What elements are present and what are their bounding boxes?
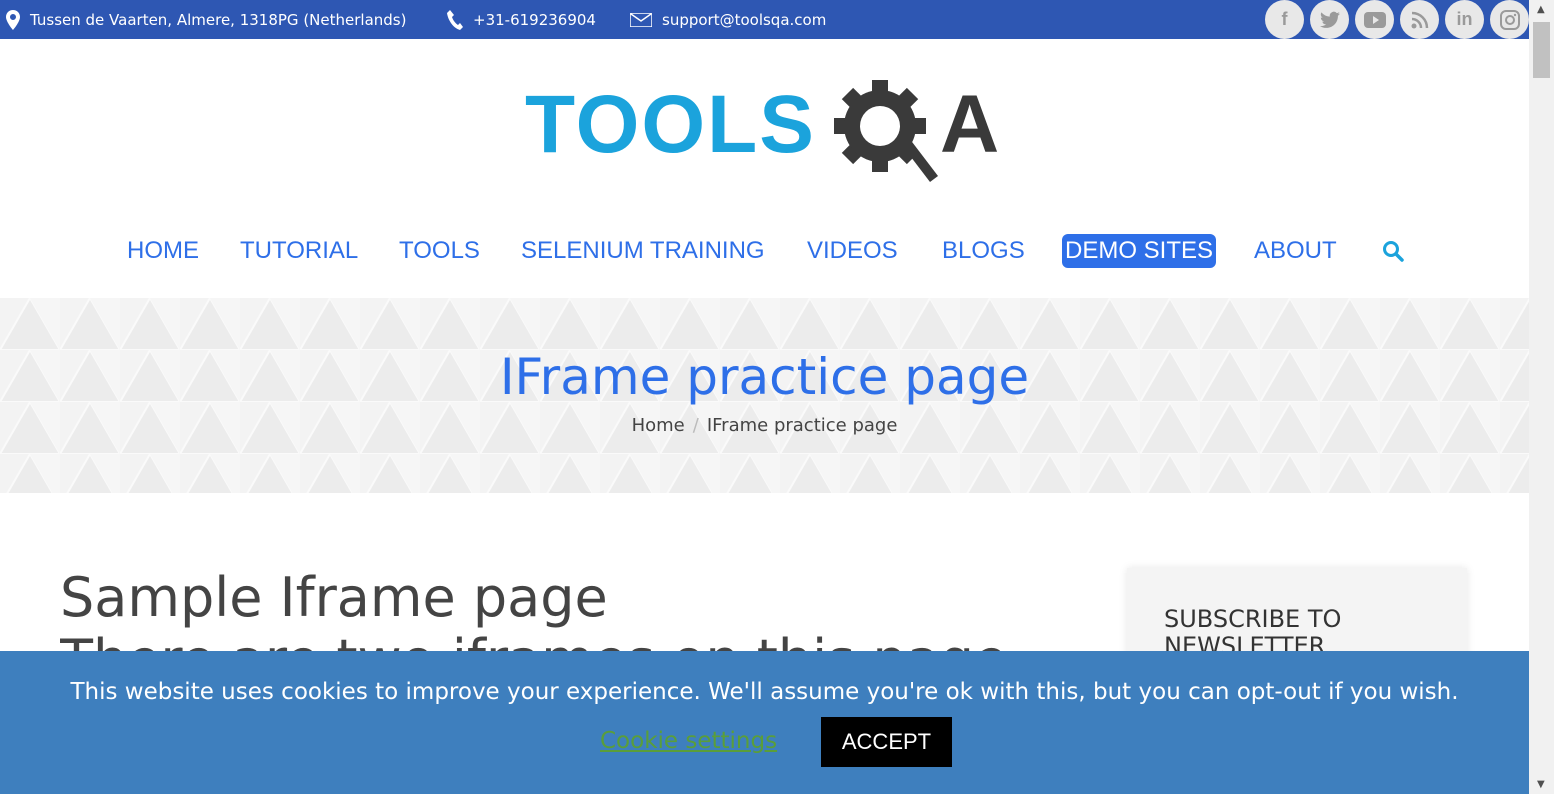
nav-about[interactable]: ABOUT: [1254, 234, 1337, 268]
logo-tools-text: TOOLS: [525, 79, 816, 170]
address-info: Tussen de Vaarten, Almere, 1318PG (Nethe…: [6, 0, 406, 39]
location-pin-icon: [6, 9, 20, 30]
breadcrumb-separator: /: [692, 415, 699, 436]
top-info-bar: Tussen de Vaarten, Almere, 1318PG (Nethe…: [0, 0, 1529, 39]
envelope-icon: [630, 12, 652, 27]
nav-home[interactable]: HOME: [127, 234, 199, 268]
linkedin-icon[interactable]: in: [1445, 0, 1484, 39]
gear-magnifier-icon: [834, 80, 938, 182]
breadcrumb-current: IFrame practice page: [706, 415, 898, 436]
nav-blogs[interactable]: BLOGS: [942, 234, 1025, 268]
toolsqa-logo[interactable]: TOOLS A: [525, 78, 1010, 190]
nav-tutorial[interactable]: TUTORIAL: [240, 234, 358, 268]
facebook-icon[interactable]: f: [1265, 0, 1304, 39]
content-heading: Sample Iframe page: [60, 566, 608, 629]
nav-tools[interactable]: TOOLS: [399, 234, 480, 268]
email-text[interactable]: support@toolsqa.com: [662, 11, 826, 29]
email-info: support@toolsqa.com: [630, 0, 826, 39]
page-title: IFrame practice page: [499, 348, 1030, 406]
search-icon[interactable]: [1382, 240, 1404, 262]
cookie-settings-link[interactable]: Cookie settings: [600, 728, 777, 754]
social-links: f in: [1265, 0, 1529, 39]
nav-videos[interactable]: VIDEOS: [807, 234, 898, 268]
cookie-banner: This website uses cookies to improve you…: [0, 651, 1529, 794]
scroll-down-arrow-icon[interactable]: ▼: [1537, 779, 1545, 790]
main-nav: HOME TUTORIAL TOOLS SELENIUM TRAINING VI…: [0, 230, 1529, 274]
accept-button[interactable]: ACCEPT: [821, 717, 952, 767]
scrollbar-thumb[interactable]: [1533, 22, 1550, 78]
logo-a-text: A: [940, 79, 1000, 170]
phone-info: +31-619236904: [447, 0, 596, 39]
youtube-icon[interactable]: [1355, 0, 1394, 39]
twitter-icon[interactable]: [1310, 0, 1349, 39]
address-text: Tussen de Vaarten, Almere, 1318PG (Nethe…: [30, 10, 407, 29]
page-header-banner: IFrame practice page Home / IFrame practic…: [0, 298, 1529, 493]
nav-demo-sites[interactable]: DEMO SITES: [1062, 234, 1217, 268]
phone-icon: [447, 9, 463, 30]
phone-text[interactable]: +31-619236904: [473, 11, 596, 29]
scroll-up-arrow-icon[interactable]: ▲: [1537, 4, 1545, 15]
nav-selenium-training[interactable]: SELENIUM TRAINING: [521, 234, 765, 268]
rss-icon[interactable]: [1400, 0, 1439, 39]
instagram-icon[interactable]: [1490, 0, 1529, 39]
cookie-message: This website uses cookies to improve you…: [70, 679, 1459, 705]
vertical-scrollbar[interactable]: ▲ ▼: [1529, 0, 1554, 794]
breadcrumb: Home / IFrame practice page: [0, 415, 1529, 436]
breadcrumb-home[interactable]: Home: [632, 415, 685, 436]
